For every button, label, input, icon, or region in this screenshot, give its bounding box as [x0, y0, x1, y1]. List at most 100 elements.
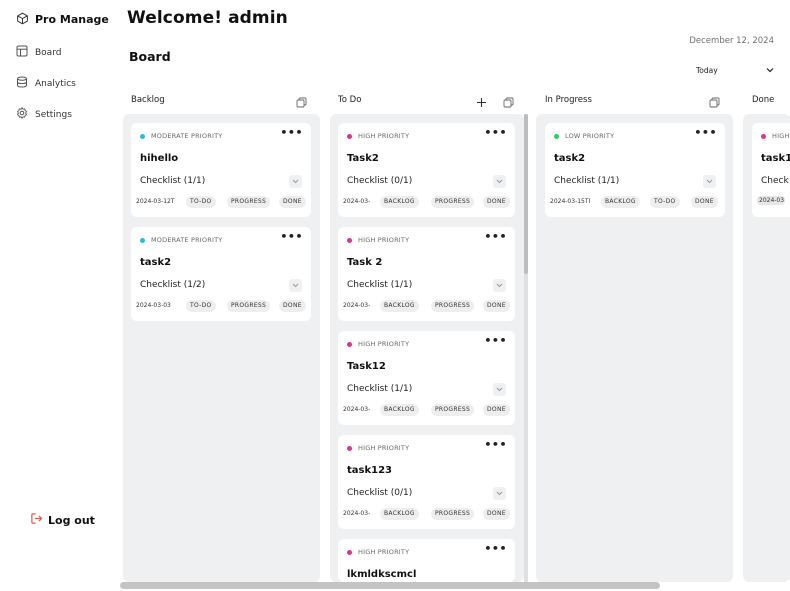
- sidebar-item-analytics[interactable]: Analytics: [16, 76, 76, 91]
- move-to-progress-button[interactable]: PROGRESS: [431, 196, 475, 208]
- task-card[interactable]: HIGH PRIORITY ••• Task2 Checklist (0/1) …: [338, 123, 515, 217]
- more-options-icon[interactable]: •••: [484, 334, 507, 347]
- checklist-label: Checklist (1/2): [140, 280, 206, 290]
- priority-label: HIGH PRIORITY: [347, 444, 409, 452]
- more-options-icon[interactable]: •••: [280, 126, 303, 139]
- priority-dot: [347, 445, 352, 451]
- move-to-done-button[interactable]: DONE: [483, 508, 510, 520]
- move-to-done-button[interactable]: DONE: [483, 196, 510, 208]
- move-to-backlog-button[interactable]: BACKLOG: [380, 300, 419, 312]
- priority-text: HIGH PRIORITY: [358, 132, 410, 140]
- chevron-down-icon[interactable]: [289, 175, 302, 188]
- board-horizontal-scrollbar[interactable]: [120, 582, 788, 589]
- move-to-todo-button[interactable]: TO-DO: [186, 196, 216, 208]
- chevron-down-icon[interactable]: [289, 279, 302, 292]
- collapse-all-icon[interactable]: [709, 93, 720, 108]
- priority-text: MODERATE PRIORITY: [151, 132, 223, 140]
- move-to-progress-button[interactable]: PROGRESS: [227, 196, 271, 208]
- task-card[interactable]: MODERATE PRIORITY ••• hihello Checklist …: [131, 123, 311, 217]
- move-to-progress-button[interactable]: PROGRESS: [431, 300, 475, 312]
- sidebar-item-board[interactable]: Board: [16, 45, 61, 60]
- task-title: hihello: [140, 153, 179, 164]
- due-date: 2024-03-: [343, 406, 371, 413]
- sidebar-item-label: Analytics: [35, 78, 76, 89]
- priority-label: HIGH PRIORITY: [347, 340, 409, 348]
- chevron-down-icon[interactable]: [493, 487, 506, 500]
- task-title: Task2: [347, 153, 379, 164]
- move-to-backlog-button[interactable]: BACKLOG: [380, 196, 419, 208]
- collapse-all-icon[interactable]: [503, 93, 514, 108]
- task-title: task1: [761, 153, 790, 164]
- move-to-done-button[interactable]: DONE: [691, 196, 718, 208]
- move-to-progress-button[interactable]: PROGRESS: [431, 404, 475, 416]
- more-options-icon[interactable]: •••: [280, 230, 303, 243]
- logout-button[interactable]: Log out: [30, 512, 95, 528]
- priority-text: HIGH PRIORITY: [358, 548, 410, 556]
- task-title: task2: [140, 257, 172, 268]
- task-card[interactable]: HIGH PRIORITY ••• Task12 Checklist (1/1)…: [338, 331, 515, 425]
- app-name: Pro Manage: [35, 13, 109, 26]
- move-to-progress-button[interactable]: PROGRESS: [431, 508, 475, 520]
- chevron-down-icon[interactable]: [703, 175, 716, 188]
- due-date: 2024-03-: [343, 198, 371, 205]
- due-date: 2024-03-: [343, 510, 371, 517]
- task-card[interactable]: HIGH PRIORITY ••• Task 2 Checklist (1/1)…: [338, 227, 515, 321]
- more-options-icon[interactable]: •••: [694, 126, 717, 139]
- task-card[interactable]: HIGH task1 Check 2024-03: [752, 123, 790, 217]
- cube-icon: [16, 10, 29, 29]
- chevron-down-icon: [766, 66, 774, 75]
- move-to-todo-button[interactable]: TO-DO: [186, 300, 216, 312]
- priority-text: LOW PRIORITY: [565, 132, 615, 140]
- priority-dot: [554, 133, 559, 139]
- task-card[interactable]: HIGH PRIORITY ••• lkmldkscmcl: [338, 539, 515, 582]
- priority-label: HIGH PRIORITY: [347, 548, 409, 556]
- priority-label: HIGH PRIORITY: [347, 132, 409, 140]
- add-task-icon[interactable]: [476, 93, 487, 107]
- move-to-progress-button[interactable]: PROGRESS: [227, 300, 271, 312]
- chevron-down-icon[interactable]: [493, 175, 506, 188]
- checklist-label: Checklist (0/1): [347, 176, 413, 186]
- task-card[interactable]: MODERATE PRIORITY ••• task2 Checklist (1…: [131, 227, 311, 321]
- more-options-icon[interactable]: •••: [484, 438, 507, 451]
- move-to-done-button[interactable]: DONE: [483, 404, 510, 416]
- priority-dot: [347, 341, 352, 347]
- chevron-down-icon[interactable]: [493, 279, 506, 292]
- move-to-backlog-button[interactable]: BACKLOG: [380, 508, 419, 520]
- due-date: 2024-03-15TI: [550, 198, 591, 205]
- task-card[interactable]: LOW PRIORITY ••• task2 Checklist (1/1) 2…: [545, 123, 725, 217]
- checklist-label: Checklist (1/1): [140, 176, 206, 186]
- more-options-icon[interactable]: •••: [484, 230, 507, 243]
- task-title: lkmldkscmcl: [347, 569, 417, 580]
- checklist-label: Checklist (1/1): [347, 384, 413, 394]
- scrollbar-thumb[interactable]: [120, 582, 660, 589]
- scrollbar-thumb[interactable]: [524, 114, 528, 274]
- logout-icon: [30, 512, 43, 528]
- move-to-backlog-button[interactable]: BACKLOG: [380, 404, 419, 416]
- due-date: 2024-03: [757, 196, 785, 205]
- move-to-backlog-button[interactable]: BACKLOG: [601, 196, 640, 208]
- collapse-all-icon[interactable]: [296, 93, 307, 108]
- chevron-down-icon[interactable]: [493, 383, 506, 396]
- sidebar: Pro Manage Board Analytics Settings Log …: [0, 0, 114, 591]
- priority-text: HIGH PRIORITY: [358, 236, 410, 244]
- priority-text: HIGH PRIORITY: [358, 444, 410, 452]
- priority-label: HIGH PRIORITY: [347, 236, 409, 244]
- more-options-icon[interactable]: •••: [484, 542, 507, 555]
- task-card[interactable]: HIGH PRIORITY ••• task123 Checklist (0/1…: [338, 435, 515, 529]
- move-to-done-button[interactable]: DONE: [279, 300, 306, 312]
- current-date: December 12, 2024: [689, 36, 774, 46]
- priority-dot: [347, 237, 352, 243]
- done-card-clip: HIGH task1 Check 2024-03: [752, 123, 790, 217]
- todo-column-scrollbar[interactable]: [524, 114, 528, 584]
- sidebar-item-settings[interactable]: Settings: [16, 107, 72, 122]
- date-range-select[interactable]: Today: [696, 66, 774, 75]
- move-to-done-button[interactable]: DONE: [279, 196, 306, 208]
- page-title: Welcome! admin: [127, 8, 288, 28]
- due-date: 2024-03-12T: [136, 198, 175, 205]
- move-to-todo-button[interactable]: TO-DO: [650, 196, 680, 208]
- date-range-value: Today: [696, 66, 718, 75]
- checklist-label: Checklist (0/1): [347, 488, 413, 498]
- column-title-done: Done: [752, 95, 775, 105]
- move-to-done-button[interactable]: DONE: [483, 300, 510, 312]
- more-options-icon[interactable]: •••: [484, 126, 507, 139]
